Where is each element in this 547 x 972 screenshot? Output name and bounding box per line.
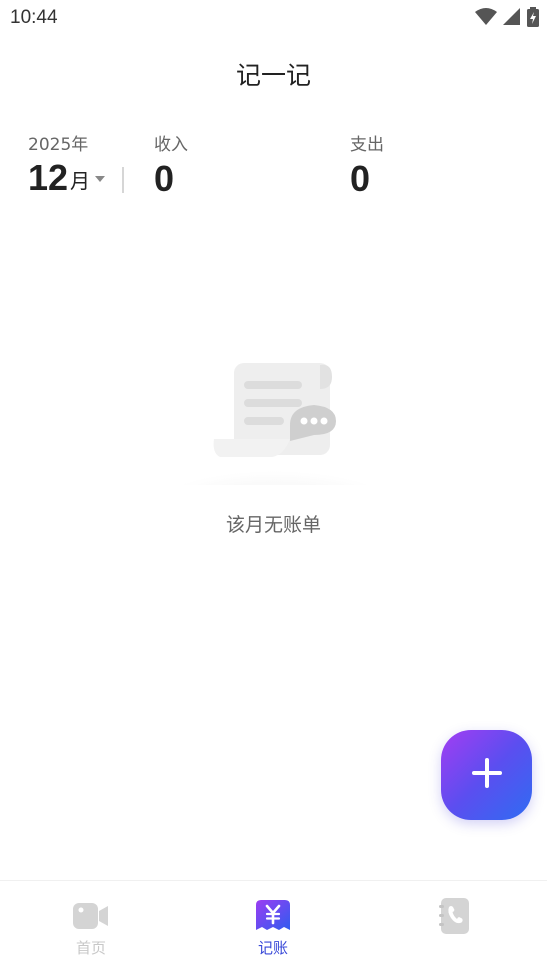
empty-receipt-illustration	[180, 355, 370, 513]
month-suffix: 月	[70, 169, 91, 193]
year-label: 2025年	[28, 135, 89, 155]
bottom-nav: 首页 记账	[0, 880, 547, 972]
wifi-icon	[475, 8, 497, 30]
yen-ledger-icon	[256, 899, 290, 933]
nav-item-contacts[interactable]	[364, 881, 546, 972]
app-screen: 10:44 记一记 2025年 12 月 收入 0 支出 0 该月无账单 首页 …	[0, 0, 547, 972]
page-title: 记一记	[235, 61, 311, 90]
income-label: 收入	[154, 135, 188, 155]
status-icons	[475, 7, 539, 31]
nav-item-ledger[interactable]: 记账	[182, 881, 364, 972]
divider	[122, 167, 124, 193]
battery-icon	[527, 7, 539, 31]
income-stat: 收入 0	[154, 130, 188, 199]
nav-label-ledger: 记账	[257, 939, 288, 957]
plus-icon	[470, 756, 504, 794]
video-camera-icon	[73, 899, 109, 933]
empty-message: 该月无账单	[225, 514, 321, 536]
status-time: 10:44	[10, 7, 58, 28]
status-bar: 10:44	[0, 0, 547, 38]
month-number: 12	[28, 157, 69, 198]
month-picker[interactable]: 12 月	[28, 157, 106, 198]
add-record-button[interactable]	[441, 730, 532, 820]
income-value: 0	[154, 158, 175, 199]
caret-down-icon	[95, 167, 106, 186]
expense-value: 0	[350, 158, 371, 199]
signal-icon	[503, 8, 521, 30]
expense-label: 支出	[350, 135, 384, 155]
nav-label-home: 首页	[75, 939, 106, 957]
expense-stat: 支出 0	[350, 130, 384, 199]
nav-item-home[interactable]: 首页	[0, 881, 182, 972]
phone-book-icon	[439, 898, 471, 934]
